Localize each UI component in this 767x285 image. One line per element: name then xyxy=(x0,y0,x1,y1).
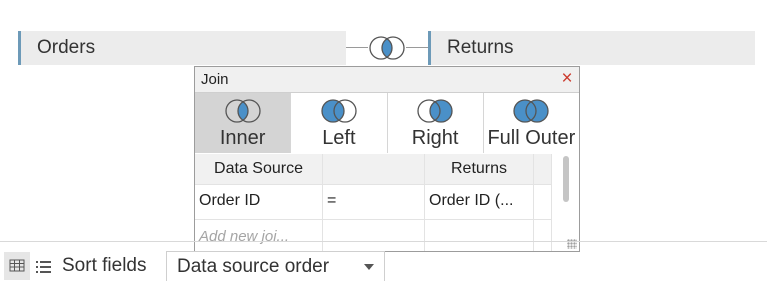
sort-fields-value: Data source order xyxy=(177,256,330,277)
row-divider xyxy=(195,219,552,220)
join-connector-right xyxy=(406,47,428,48)
join-type-label: Full Outer xyxy=(487,127,576,149)
vertical-scrollbar[interactable] xyxy=(563,156,569,202)
join-type-full-outer[interactable]: Full Outer xyxy=(483,93,579,153)
join-type-label: Left xyxy=(322,127,356,149)
dialog-header: Join × xyxy=(195,67,579,93)
join-type-label: Right xyxy=(411,127,459,149)
right-table-name: Returns xyxy=(447,37,514,58)
column-divider xyxy=(533,154,534,251)
join-connector-left xyxy=(346,47,368,48)
join-field-right[interactable]: Order ID (... xyxy=(429,191,531,211)
full-outer-join-icon xyxy=(513,99,550,123)
left-table-pill[interactable]: Orders xyxy=(18,31,346,65)
column-divider xyxy=(424,154,425,251)
join-operator[interactable]: = xyxy=(327,191,417,211)
column-divider xyxy=(551,154,552,251)
row-divider xyxy=(195,184,552,185)
inner-join-icon xyxy=(224,99,261,123)
sort-fields-dropdown[interactable]: Data source order xyxy=(166,251,385,281)
grid-view-icon[interactable] xyxy=(4,252,30,280)
column-header-operator xyxy=(323,154,424,184)
join-conditions-grid: Data Source Returns Order ID = Order ID … xyxy=(195,154,579,251)
right-table-pill[interactable]: Returns xyxy=(428,31,755,65)
metadata-toolbar: Sort fields Data source order xyxy=(0,241,767,281)
column-header-data-source: Data Source xyxy=(195,154,322,184)
join-type-inner[interactable]: Inner xyxy=(195,93,292,153)
column-divider xyxy=(322,154,323,251)
join-type-right[interactable]: Right xyxy=(387,93,484,153)
dialog-title: Join xyxy=(201,71,229,88)
join-dialog: Join × Inner Left Right Full Outer Data … xyxy=(194,66,580,252)
left-table-name: Orders xyxy=(37,37,96,58)
column-header-spacer xyxy=(534,154,551,184)
join-type-left[interactable]: Left xyxy=(291,93,388,153)
left-join-icon xyxy=(321,99,357,123)
join-type-selector: Inner Left Right Full Outer xyxy=(195,93,579,153)
sort-fields-label: Sort fields xyxy=(62,255,147,276)
list-view-icon[interactable] xyxy=(36,260,52,274)
close-icon[interactable]: × xyxy=(559,67,575,91)
join-field-left[interactable]: Order ID xyxy=(199,191,319,211)
chevron-down-icon xyxy=(364,264,374,270)
join-type-label: Inner xyxy=(219,127,266,149)
column-header-returns: Returns xyxy=(425,154,533,184)
right-join-icon xyxy=(417,99,453,123)
join-link-icon[interactable] xyxy=(366,33,408,63)
